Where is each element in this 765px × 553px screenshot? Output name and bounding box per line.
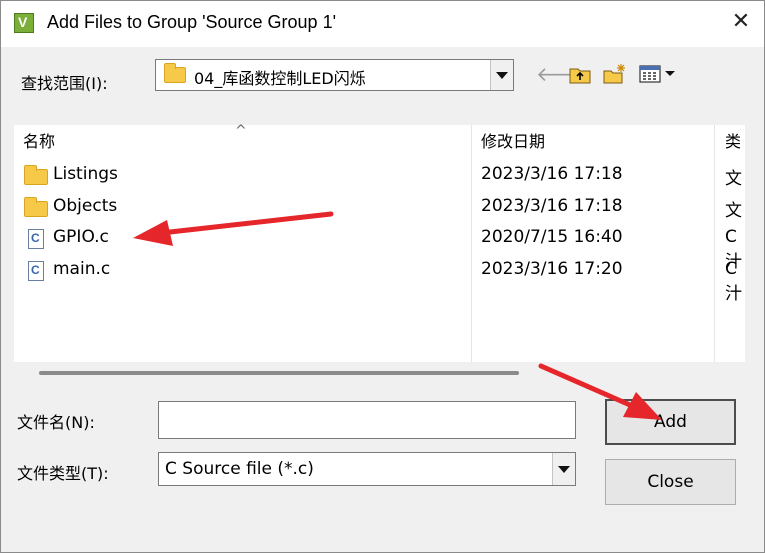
- list-item[interactable]: main.c 2023/3/16 17:20 C 汁: [14, 256, 745, 304]
- c-file-icon: [24, 229, 48, 251]
- item-type: C 汁: [725, 259, 742, 304]
- folder-icon: [164, 63, 186, 83]
- look-in-label: 查找范围(I):: [21, 74, 108, 93]
- list-item[interactable]: Listings 2023/3/16 17:18 文: [14, 161, 745, 191]
- item-date: 2023/3/16 17:18: [481, 196, 623, 216]
- look-in-value: 04_库函数控制LED闪烁: [194, 69, 366, 88]
- chevron-down-icon[interactable]: [552, 453, 575, 485]
- file-name-label: 文件名(N):: [17, 413, 95, 432]
- folder-icon: [24, 197, 48, 220]
- column-header-name[interactable]: 名称: [23, 125, 55, 159]
- title-bar[interactable]: Add Files to Group 'Source Group 1' ✕: [1, 1, 764, 47]
- new-folder-icon[interactable]: [602, 63, 626, 85]
- add-files-dialog: Add Files to Group 'Source Group 1' ✕ 查找…: [0, 0, 765, 553]
- window-title: Add Files to Group 'Source Group 1': [47, 12, 337, 32]
- back-arrow-icon[interactable]: 🡐: [536, 63, 590, 85]
- uvision-app-icon: [14, 13, 34, 33]
- up-one-level-icon[interactable]: [568, 63, 592, 85]
- horizontal-scrollbar[interactable]: [39, 371, 519, 375]
- sort-ascending-icon: ^: [235, 123, 247, 139]
- chevron-down-icon[interactable]: [490, 60, 513, 90]
- view-menu-icon[interactable]: [638, 63, 680, 85]
- item-name: main.c: [53, 259, 111, 279]
- file-name-input[interactable]: [158, 401, 576, 439]
- item-date: 2023/3/16 17:20: [481, 259, 623, 279]
- file-type-label: 文件类型(T):: [17, 464, 109, 483]
- item-type: 文: [725, 169, 742, 189]
- add-button[interactable]: Add: [605, 399, 736, 445]
- file-type-dropdown[interactable]: C Source file (*.c): [158, 452, 576, 486]
- look-in-dropdown[interactable]: 04_库函数控制LED闪烁: [155, 59, 514, 91]
- list-item[interactable]: Objects 2023/3/16 17:18 文: [14, 193, 745, 223]
- item-type: 文: [725, 201, 742, 221]
- column-header-date[interactable]: 修改日期: [481, 125, 545, 159]
- column-header-type[interactable]: 类: [725, 125, 741, 159]
- file-type-value: C Source file (*.c): [165, 459, 314, 479]
- list-item[interactable]: GPIO.c 2020/7/15 16:40 C 汁: [14, 224, 745, 272]
- c-file-icon: [24, 261, 48, 283]
- item-name: Listings: [53, 164, 118, 184]
- close-window-icon[interactable]: ✕: [730, 11, 752, 33]
- item-name: Objects: [53, 196, 118, 216]
- file-list[interactable]: 名称 ^ 修改日期 类 Listings 2023/3/16 17:18 文 O…: [14, 123, 745, 362]
- item-name: GPIO.c: [53, 227, 109, 247]
- item-date: 2020/7/15 16:40: [481, 227, 623, 247]
- folder-icon: [24, 165, 48, 188]
- close-button[interactable]: Close: [605, 459, 736, 505]
- item-date: 2023/3/16 17:18: [481, 164, 623, 184]
